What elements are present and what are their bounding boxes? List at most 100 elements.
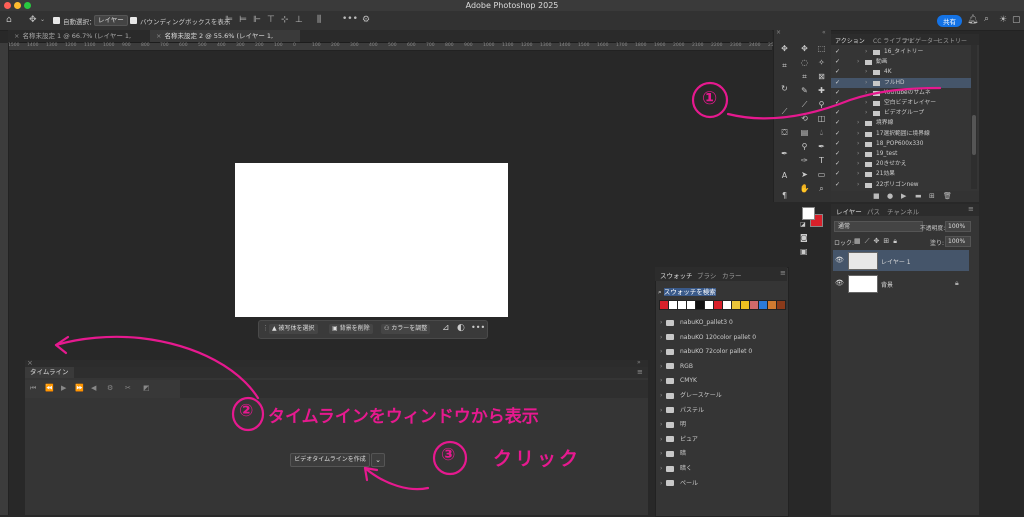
- bell-icon[interactable]: 🔔︎: [967, 15, 978, 25]
- share-button[interactable]: 共有: [937, 15, 962, 27]
- action-item[interactable]: ✓ › YouTubeのサムネ: [831, 88, 971, 98]
- align-center-icon[interactable]: ⊨: [239, 15, 247, 25]
- collapse-panel-icon[interactable]: »: [637, 359, 641, 366]
- tab-paths[interactable]: パス: [867, 206, 880, 216]
- eyedropper-tool-icon[interactable]: ✎: [799, 85, 810, 96]
- tab-channels[interactable]: チャンネル: [887, 206, 919, 216]
- create-video-timeline-button[interactable]: ビデオタイムラインを作成: [290, 453, 370, 467]
- zoom-tool-icon[interactable]: ⌕: [816, 183, 827, 194]
- chevron-right-icon[interactable]: ›: [865, 88, 867, 98]
- tab-layers[interactable]: レイヤー: [836, 206, 862, 216]
- chevron-right-icon[interactable]: ›: [857, 180, 859, 190]
- audio-icon[interactable]: ◀: [91, 384, 96, 392]
- gradient-tool-icon[interactable]: ▤: [799, 127, 810, 138]
- paint-bucket-icon[interactable]: ⛋: [779, 127, 790, 138]
- close-icon[interactable]: ×: [14, 32, 19, 40]
- drag-handle-icon[interactable]: ⋮: [262, 324, 269, 332]
- check-icon[interactable]: ✓: [835, 57, 840, 67]
- chevron-right-icon[interactable]: ›: [865, 108, 867, 118]
- swatch-search-field[interactable]: ⌕ スウォッチを検索: [658, 286, 784, 296]
- brush-tool-icon[interactable]: ⟋: [779, 106, 790, 117]
- document-tab-2[interactable]: ×名称未設定 2 @ 55.6% (レイヤー 1, RGB/8#) *: [150, 30, 300, 52]
- align-middle-icon[interactable]: ⊹: [281, 15, 289, 25]
- fill-field[interactable]: 100%: [945, 236, 971, 247]
- action-item[interactable]: ✓ › 22ポリゴンnew: [831, 180, 971, 190]
- play-icon[interactable]: ▶: [61, 384, 66, 392]
- action-item[interactable]: ✓ › 境界線: [831, 118, 971, 128]
- distribute-icon[interactable]: ⫼: [317, 15, 321, 25]
- check-icon[interactable]: ✓: [835, 169, 840, 179]
- eye-icon[interactable]: 👁︎: [835, 256, 844, 264]
- opacity-field[interactable]: 100%: [945, 221, 971, 232]
- align-right-icon[interactable]: ⊩: [253, 15, 261, 25]
- check-icon[interactable]: ✓: [835, 118, 840, 128]
- align-top-icon[interactable]: ⊤: [267, 15, 275, 25]
- chevron-right-icon[interactable]: ›: [857, 57, 859, 67]
- brush-tool-icon[interactable]: ⟋: [799, 99, 810, 110]
- eraser-tool-icon[interactable]: ◫: [816, 113, 827, 124]
- swatch-folder[interactable]: › CMYK: [660, 374, 782, 388]
- check-icon[interactable]: ✓: [835, 78, 840, 88]
- swatch-folder[interactable]: › 暗く: [660, 462, 782, 476]
- rotate-tool-icon[interactable]: ↻: [779, 83, 790, 94]
- type-tool-icon[interactable]: A: [779, 170, 790, 181]
- chevron-right-icon[interactable]: ›: [857, 139, 859, 149]
- action-item[interactable]: ✓ › 動画: [831, 57, 971, 67]
- document-tab-1[interactable]: ×名称未設定 1 @ 66.7% (レイヤー 1, RGB/8#) *: [8, 30, 156, 52]
- align-bottom-icon[interactable]: ⊥: [295, 15, 303, 25]
- action-item[interactable]: ✓ › 20きせかえ: [831, 159, 971, 169]
- marquee-tool-icon[interactable]: ⬚: [816, 43, 827, 54]
- hand-tool-icon[interactable]: ✋: [799, 183, 810, 194]
- first-frame-icon[interactable]: ⏮: [30, 384, 36, 393]
- tab-navigator[interactable]: ナビゲーター: [903, 36, 939, 45]
- chevron-right-icon[interactable]: ›: [857, 118, 859, 128]
- paragraph-tool-icon[interactable]: ¶: [779, 190, 790, 201]
- swatch-folder[interactable]: › ペール: [660, 477, 782, 491]
- chevron-down-icon[interactable]: ⌄: [371, 453, 385, 467]
- swatch-folder[interactable]: › RGB: [660, 360, 782, 374]
- action-item[interactable]: ✓ › フルHD: [831, 77, 971, 88]
- pen-tool-icon[interactable]: ✒: [816, 141, 827, 152]
- lasso-tool-icon[interactable]: ◌: [799, 57, 810, 68]
- stop-icon[interactable]: ■: [873, 192, 880, 200]
- check-icon[interactable]: ✓: [835, 108, 840, 118]
- text-tool-icon[interactable]: T: [816, 155, 827, 166]
- chevron-right-icon[interactable]: ›: [857, 159, 859, 169]
- auto-select-dropdown[interactable]: レイヤー: [94, 15, 128, 26]
- folder-icon[interactable]: ▬: [915, 192, 922, 200]
- select-subject-button[interactable]: ▲ 被写体を選択: [269, 324, 318, 334]
- chevron-right-icon[interactable]: ›: [857, 129, 859, 139]
- quick-mask-icon[interactable]: ◙: [800, 233, 808, 242]
- close-panel-icon[interactable]: ×: [776, 29, 781, 36]
- remove-background-button[interactable]: ▣ 背景を削除: [329, 324, 373, 334]
- home-icon[interactable]: ⌂: [6, 15, 12, 25]
- panel-menu-icon[interactable]: ≡: [637, 368, 643, 376]
- actions-scrollbar[interactable]: [971, 45, 977, 189]
- move-tool-icon[interactable]: ✥: [779, 43, 790, 54]
- chevron-right-icon[interactable]: ›: [865, 78, 867, 88]
- magic-wand-tool-icon[interactable]: ✧: [816, 57, 827, 68]
- pen-tool-icon[interactable]: ✒: [779, 148, 790, 159]
- record-icon[interactable]: ●: [887, 192, 893, 200]
- document-canvas[interactable]: [235, 163, 508, 317]
- check-icon[interactable]: ✓: [835, 139, 840, 149]
- dodge-tool-icon[interactable]: ⚲: [799, 141, 810, 152]
- foreground-color-swatch-front[interactable]: [802, 207, 815, 220]
- close-panel-icon[interactable]: ×: [27, 359, 33, 367]
- layer-row-layer-1[interactable]: 👁︎ レイヤー 1: [833, 250, 969, 271]
- auto-select-checkbox[interactable]: [53, 17, 60, 24]
- tab-color[interactable]: カラー: [722, 270, 742, 280]
- tab-history[interactable]: ヒストリー: [937, 36, 967, 45]
- action-item[interactable]: ✓ › 17選択範囲に境界線: [831, 129, 971, 139]
- chevron-down-icon[interactable]: ⌄: [40, 15, 45, 25]
- stamp-tool-icon[interactable]: ⚲: [816, 99, 827, 110]
- blur-tool-icon[interactable]: 💧︎: [816, 127, 827, 138]
- tab-actions[interactable]: アクション: [835, 36, 865, 45]
- swatch-folder[interactable]: › 明: [660, 418, 782, 432]
- crop-tool-icon[interactable]: ⌗: [779, 60, 790, 71]
- check-icon[interactable]: ✓: [835, 159, 840, 169]
- history-brush-icon[interactable]: ⟲: [799, 113, 810, 124]
- default-colors-icon[interactable]: ◪: [800, 221, 806, 228]
- scissors-icon[interactable]: ✂: [125, 384, 131, 392]
- new-action-icon[interactable]: ⊞: [929, 192, 935, 200]
